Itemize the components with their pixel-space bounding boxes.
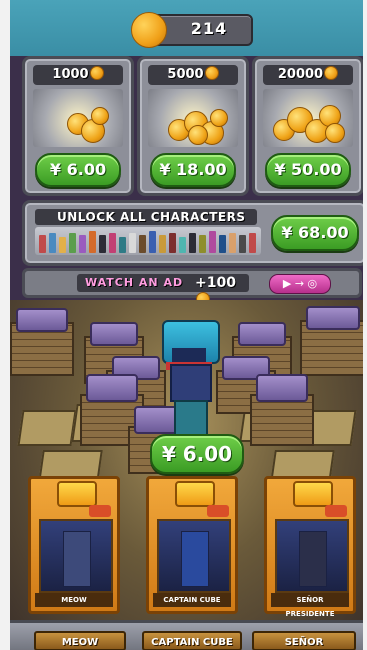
character-card-image — [39, 519, 113, 593]
pack-amount: 1000 — [33, 65, 123, 85]
character-card-image — [275, 519, 349, 593]
watch-ad-text: WATCH AN AD — [85, 276, 184, 289]
watch-ad-button[interactable]: ▶ → ◎ — [269, 274, 331, 294]
buy-pack-2-button[interactable]: ¥ 18.00 — [150, 153, 236, 187]
game-shop-screen: 214 1000 ¥ 6.00 5000 ¥ 18.00 20000 ¥ 50.… — [10, 0, 363, 650]
character-card-image — [157, 519, 231, 593]
toy-box-logo — [175, 481, 215, 507]
watch-ad-label-box: WATCH AN AD +100 — [77, 274, 249, 306]
character-roster-image — [35, 227, 261, 255]
coin-pile-image — [33, 89, 123, 147]
card-badge — [89, 505, 111, 517]
coin-counter: 214 — [131, 12, 253, 48]
card-badge — [325, 505, 347, 517]
treasure-chest-image — [263, 89, 353, 147]
pack-amount: 5000 — [148, 65, 238, 85]
coin-pack-1: 1000 ¥ 6.00 — [22, 56, 134, 196]
card-badge — [207, 505, 229, 517]
coin-icon — [324, 66, 339, 80]
coin-pack-2: 5000 ¥ 18.00 — [137, 56, 249, 196]
coin-pack-3: 20000 ¥ 50.00 — [252, 56, 363, 196]
unlock-all-title: UNLOCK ALL CHARACTERS — [35, 209, 257, 225]
card-name: SEÑOR PRESIDENTE — [271, 593, 349, 618]
play-arrow-icon: ▶ → ◎ — [282, 277, 318, 290]
buy-pack-1-button[interactable]: ¥ 6.00 — [35, 153, 121, 187]
character-card-meow[interactable]: MEOW — [28, 476, 120, 614]
toy-box-logo — [57, 481, 97, 507]
shelf-label-captain-cube: CAPTAIN CUBE — [142, 631, 242, 650]
unlock-all-panel: UNLOCK ALL CHARACTERS ¥ 68.00 — [22, 200, 363, 266]
shelf-label-meow: MEOW — [34, 631, 126, 650]
selected-character-preview — [158, 320, 220, 438]
shelf-label-senor-presidente: SEÑOR PRESIDENTE — [252, 631, 356, 650]
coin-total: 214 — [190, 19, 228, 38]
coin-icon — [89, 66, 104, 80]
pack-amount: 20000 — [263, 65, 353, 85]
watch-ad-bar: WATCH AN AD +100 ▶ → ◎ — [22, 268, 362, 306]
card-name: MEOW — [35, 593, 113, 607]
coin-pile-image — [148, 89, 238, 147]
buy-pack-3-button[interactable]: ¥ 50.00 — [265, 153, 351, 187]
coin-icon — [131, 12, 167, 48]
character-card-captain-cube[interactable]: CAPTAIN CUBE — [146, 476, 238, 614]
coin-icon — [204, 66, 219, 80]
card-name: CAPTAIN CUBE — [153, 593, 231, 607]
toy-box-logo — [293, 481, 333, 507]
unlock-all-buy-button[interactable]: ¥ 68.00 — [271, 215, 359, 251]
character-shelf: MEOW CAPTAIN CUBE SEÑOR PRESIDENTE — [10, 620, 363, 650]
character-card-senor-presidente[interactable]: SEÑOR PRESIDENTE — [264, 476, 356, 618]
buy-character-button[interactable]: ¥ 6.00 — [150, 434, 244, 474]
